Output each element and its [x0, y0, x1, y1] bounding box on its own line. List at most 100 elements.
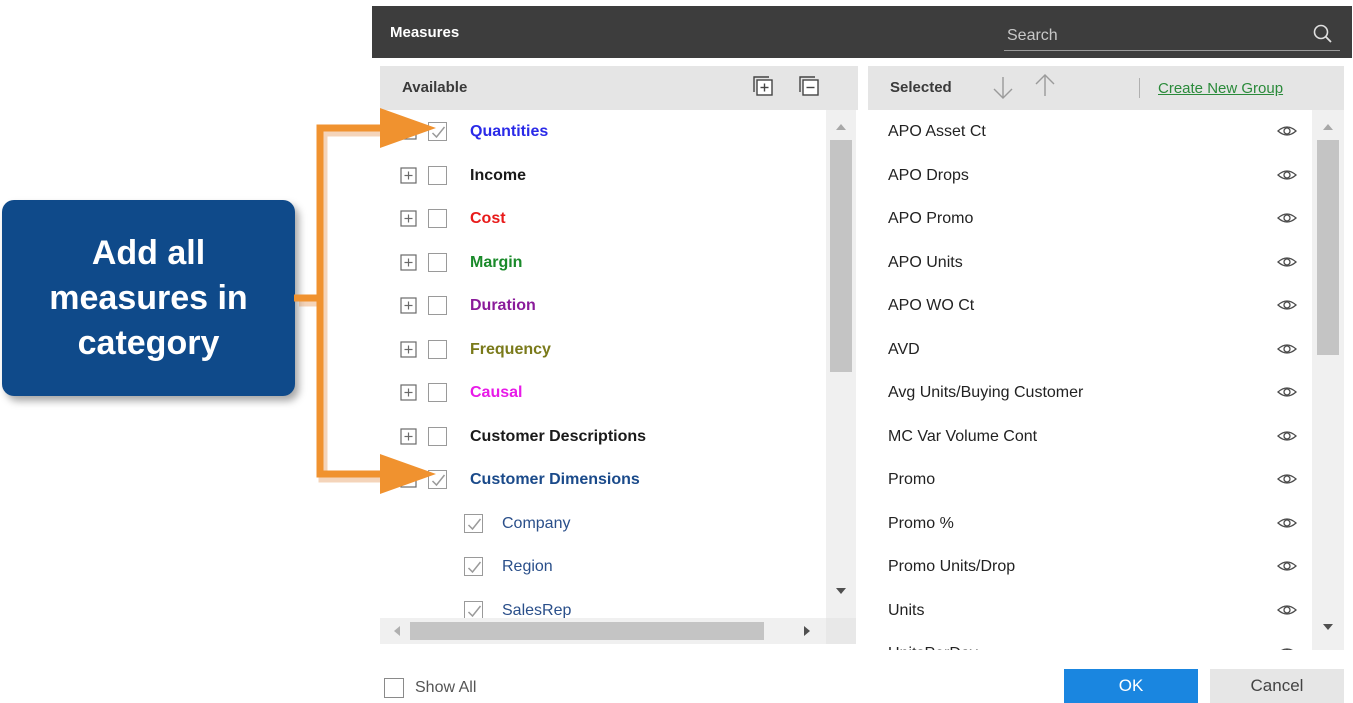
sort-up-icon[interactable] [1032, 72, 1058, 100]
search-input[interactable] [1004, 21, 1304, 50]
callout-line: measures in [49, 278, 248, 317]
tree-child-row[interactable]: Region [380, 545, 825, 589]
horizontal-scroll-thumb[interactable] [410, 622, 764, 640]
measure-checkbox[interactable] [428, 165, 447, 185]
callout-text: Add all measures in category [49, 231, 247, 366]
selected-measure-row[interactable]: APO Promo [868, 197, 1312, 241]
plus-box-icon[interactable] [400, 166, 417, 184]
measure-checkbox[interactable] [428, 209, 447, 228]
selected-measure-label: Units [888, 601, 925, 619]
tree-category-row[interactable]: Customer Descriptions [380, 415, 825, 459]
selected-measure-row[interactable]: APO Asset Ct [868, 110, 1312, 154]
expand-all-icon[interactable] [752, 75, 774, 97]
measure-checkbox[interactable] [428, 339, 447, 359]
tree-item-label: Quantities [470, 123, 549, 140]
tree-item-label: Region [502, 558, 553, 575]
available-vertical-scrollbar[interactable] [826, 110, 856, 618]
scroll-up-arrow[interactable] [1323, 124, 1333, 130]
tree-category-row[interactable]: Margin [380, 241, 825, 285]
scroll-thumb[interactable] [1317, 140, 1339, 355]
tree-category-row[interactable]: Causal [380, 371, 825, 415]
available-header: Available [380, 66, 858, 110]
measure-checkbox[interactable] [428, 426, 447, 446]
eye-icon[interactable] [1276, 296, 1298, 314]
create-new-group-link[interactable]: Create New Group [1158, 80, 1283, 97]
plus-box-icon[interactable] [400, 123, 417, 140]
eye-icon[interactable] [1276, 514, 1298, 532]
scroll-right-arrow[interactable] [804, 626, 810, 636]
tree-child-row[interactable]: Company [380, 502, 825, 546]
measure-checkbox[interactable] [464, 600, 483, 618]
scroll-up-arrow[interactable] [836, 124, 846, 130]
measure-checkbox[interactable] [428, 296, 447, 315]
eye-icon[interactable] [1276, 122, 1298, 140]
plus-box-icon[interactable] [400, 384, 417, 401]
tree-category-row[interactable]: Income [380, 154, 825, 198]
selected-measure-row[interactable]: Promo % [868, 502, 1312, 546]
measure-checkbox[interactable] [464, 557, 483, 576]
plus-box-icon[interactable] [400, 253, 417, 271]
tree-item-label: Cost [470, 210, 506, 227]
selected-measure-label: APO Asset Ct [888, 123, 986, 140]
tree-category-row[interactable]: Duration [380, 284, 825, 328]
tree-child-row[interactable]: SalesRep [380, 589, 825, 618]
tree-category-row[interactable]: Quantities [380, 110, 825, 154]
collapse-all-icon[interactable] [798, 75, 820, 97]
tree-item-label: Duration [470, 297, 536, 314]
measure-checkbox[interactable] [464, 513, 483, 533]
selected-measure-label: MC Var Volume Cont [888, 427, 1038, 445]
selected-measure-label: Promo Units/Drop [888, 558, 1016, 575]
selected-measure-row[interactable]: MC Var Volume Cont [868, 415, 1312, 459]
selected-measure-label: AVD [888, 340, 920, 358]
eye-icon[interactable] [1276, 340, 1298, 358]
scroll-down-arrow[interactable] [1323, 624, 1333, 630]
search-icon[interactable] [1312, 23, 1334, 45]
eye-icon[interactable] [1276, 427, 1298, 445]
eye-icon[interactable] [1276, 166, 1298, 184]
measure-checkbox[interactable] [428, 470, 447, 489]
available-horizontal-scrollbar[interactable] [380, 618, 826, 644]
tree-category-row[interactable]: Frequency [380, 328, 825, 372]
dialog-titlebar: Measures [372, 6, 1352, 58]
scroll-down-arrow[interactable] [836, 588, 846, 594]
selected-measure-row[interactable]: APO Units [868, 241, 1312, 285]
eye-icon[interactable] [1276, 601, 1298, 619]
available-header-label: Available [402, 79, 468, 96]
measure-checkbox[interactable] [428, 122, 447, 141]
tree-category-row[interactable]: Cost [380, 197, 825, 241]
selected-measure-row[interactable]: Units [868, 589, 1312, 633]
scroll-left-arrow[interactable] [394, 626, 400, 636]
selected-measure-row[interactable]: Promo Units/Drop [868, 545, 1312, 589]
plus-box-icon[interactable] [400, 427, 417, 445]
selected-measure-row[interactable]: APO WO Ct [868, 284, 1312, 328]
eye-icon[interactable] [1276, 383, 1298, 401]
plus-box-icon[interactable] [400, 471, 417, 488]
eye-icon[interactable] [1276, 470, 1298, 488]
plus-box-icon[interactable] [400, 340, 417, 358]
selected-vertical-scrollbar[interactable] [1312, 110, 1344, 650]
check-icon [431, 474, 446, 487]
selected-measure-row[interactable]: APO Drops [868, 154, 1312, 198]
measure-checkbox[interactable] [428, 252, 447, 272]
tree-item-label: Customer Descriptions [470, 427, 647, 445]
selected-measure-label: APO Units [888, 253, 963, 271]
sort-down-icon[interactable] [990, 74, 1016, 102]
search-box [1004, 21, 1340, 51]
selected-measure-row[interactable]: Avg Units/Buying Customer [868, 371, 1312, 415]
show-all-checkbox[interactable] [384, 678, 404, 698]
eye-icon[interactable] [1276, 209, 1298, 227]
selected-measure-label: Promo [888, 471, 936, 488]
measure-checkbox[interactable] [428, 383, 447, 402]
tree-category-row[interactable]: Customer Dimensions [380, 458, 825, 502]
eye-icon[interactable] [1276, 253, 1298, 271]
plus-box-icon[interactable] [400, 210, 417, 227]
eye-icon[interactable] [1276, 644, 1298, 650]
scroll-thumb[interactable] [830, 140, 852, 372]
plus-box-icon[interactable] [400, 297, 417, 314]
cancel-button[interactable]: Cancel [1210, 669, 1344, 703]
selected-measure-row[interactable]: AVD [868, 328, 1312, 372]
ok-button[interactable]: OK [1064, 669, 1198, 703]
selected-measure-row[interactable]: UnitsPerDay [868, 632, 1312, 650]
eye-icon[interactable] [1276, 557, 1298, 575]
selected-measure-row[interactable]: Promo [868, 458, 1312, 502]
